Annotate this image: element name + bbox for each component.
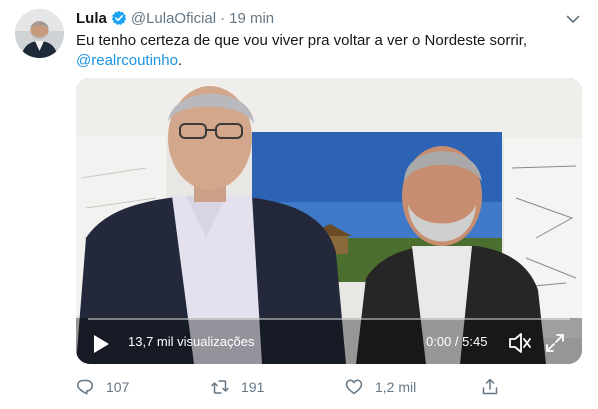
verified-badge-icon: [111, 10, 127, 26]
reply-button[interactable]: 107: [76, 378, 129, 396]
tweet: Lula @LulaOficial · 19 min Eu tenho cert…: [0, 0, 598, 409]
video-controls: 13,7 mil visualizações 0:00 / 5:45: [76, 318, 582, 364]
mention-link[interactable]: @realrcoutinho.: [76, 51, 581, 71]
fullscreen-icon[interactable]: [545, 333, 565, 353]
like-count: 1,2 mil: [375, 379, 417, 395]
avatar[interactable]: [15, 9, 64, 58]
tweet-timestamp[interactable]: 19 min: [229, 10, 274, 27]
video-timer: 0:00 / 5:45: [426, 334, 488, 349]
mention-suffix: .: [177, 52, 183, 69]
chevron-down-icon[interactable]: [565, 11, 581, 27]
like-button[interactable]: 1,2 mil: [345, 378, 416, 396]
tweet-text: Eu tenho certeza de que vou viver pra vo…: [76, 31, 581, 71]
tweet-header: Lula @LulaOficial · 19 min: [76, 8, 274, 28]
mention-handle[interactable]: @realrcoutinho: [76, 52, 178, 69]
reply-icon: [76, 379, 93, 395]
video-progress-bar[interactable]: [88, 318, 570, 320]
heart-icon: [345, 379, 363, 395]
retweet-button[interactable]: 191: [211, 378, 264, 396]
header-separator: ·: [220, 9, 226, 27]
retweet-count: 191: [241, 379, 265, 395]
retweet-icon: [211, 380, 229, 394]
tweet-body: Eu tenho certeza de que vou viver pra vo…: [76, 32, 528, 49]
tweet-actions: 107 191 1,2 mil: [76, 378, 506, 400]
play-icon[interactable]: [92, 334, 110, 354]
author-handle[interactable]: @LulaOficial: [131, 10, 216, 27]
share-icon: [482, 378, 498, 395]
reply-count: 107: [106, 379, 130, 395]
volume-icon[interactable]: [508, 332, 532, 354]
share-button[interactable]: [481, 378, 511, 396]
view-count: 13,7 mil visualizações: [128, 334, 255, 349]
video-player[interactable]: 13,7 mil visualizações 0:00 / 5:45: [76, 78, 582, 364]
author-name[interactable]: Lula: [76, 10, 107, 27]
